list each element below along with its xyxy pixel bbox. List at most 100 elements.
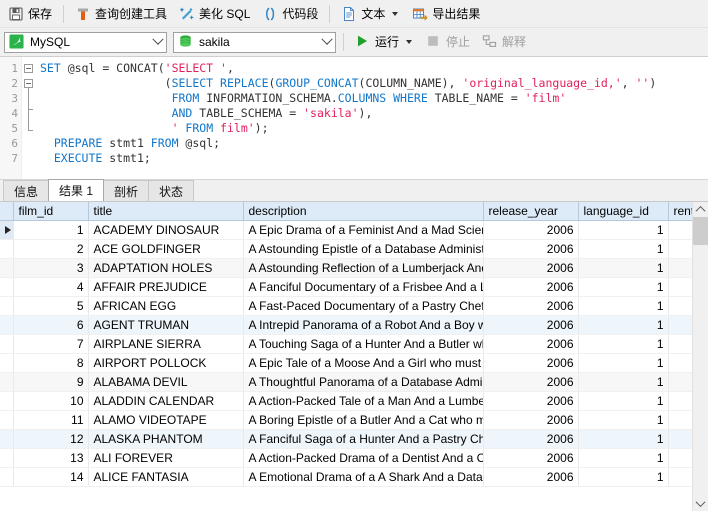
cell-language_id[interactable]: 1 — [578, 258, 669, 278]
cell-language_id[interactable]: 1 — [578, 372, 669, 392]
cell-rental_[interactable] — [668, 448, 692, 468]
row-marker-cell[interactable] — [0, 277, 14, 297]
cell-film_id[interactable]: 14 — [13, 467, 89, 487]
cell-release_year[interactable]: 2006 — [483, 467, 579, 487]
row-marker-cell[interactable] — [0, 429, 14, 449]
cell-title[interactable]: AGENT TRUMAN — [88, 315, 244, 335]
table-row[interactable]: 8 AIRPORT POLLOCK A Epic Tale of a Moose A… — [0, 353, 692, 373]
cell-release_year[interactable]: 2006 — [483, 353, 579, 373]
cell-film_id[interactable]: 5 — [13, 296, 89, 316]
result-tab-3[interactable]: 状态 — [148, 180, 195, 201]
cell-title[interactable]: ALICE FANTASIA — [88, 467, 244, 487]
result-tab-2[interactable]: 剖析 — [103, 180, 150, 201]
cell-language_id[interactable]: 1 — [578, 220, 669, 240]
cell-description[interactable]: A Touching Saga of a Hunter And a Butler… — [243, 334, 484, 354]
cell-language_id[interactable]: 1 — [578, 334, 669, 354]
code-line-5[interactable]: ' FROM film'); — [40, 121, 708, 136]
cell-release_year[interactable]: 2006 — [483, 448, 579, 468]
code-line-2[interactable]: (SELECT REPLACE(GROUP_CONCAT(COLUMN_NAME… — [40, 76, 708, 91]
cell-rental_[interactable] — [668, 334, 692, 354]
cell-language_id[interactable]: 1 — [578, 448, 669, 468]
cell-language_id[interactable]: 1 — [578, 296, 669, 316]
cell-release_year[interactable]: 2006 — [483, 296, 579, 316]
row-marker-cell[interactable] — [0, 258, 14, 278]
cell-rental_[interactable] — [668, 315, 692, 335]
row-marker-cell[interactable] — [0, 220, 14, 240]
fold-toggle-line1[interactable] — [24, 64, 33, 73]
row-marker-cell[interactable] — [0, 410, 14, 430]
result-grid[interactable]: film_id title description release_year langu… — [0, 202, 692, 511]
cell-film_id[interactable]: 4 — [13, 277, 89, 297]
cell-language_id[interactable]: 1 — [578, 429, 669, 449]
connection-dropdown-chevron-icon[interactable] — [149, 33, 166, 52]
table-row[interactable]: 14 ALICE FANTASIA A Emotional Drama of a A… — [0, 467, 692, 487]
row-marker-cell[interactable] — [0, 467, 14, 487]
row-marker-cell[interactable] — [0, 315, 14, 335]
cell-rental_[interactable] — [668, 258, 692, 278]
cell-release_year[interactable]: 2006 — [483, 220, 579, 240]
row-marker-cell[interactable] — [0, 239, 14, 259]
cell-description[interactable]: A Astounding Epistle of a Database Admin… — [243, 239, 484, 259]
cell-description[interactable]: A Epic Drama of a Feminist And a Mad Sci… — [243, 220, 484, 240]
cell-film_id[interactable]: 13 — [13, 448, 89, 468]
run-dropdown-caret-icon[interactable] — [406, 40, 413, 44]
column-header-description[interactable]: description — [243, 202, 484, 221]
row-marker-cell[interactable] — [0, 448, 14, 468]
cell-title[interactable]: ALABAMA DEVIL — [88, 372, 244, 392]
cell-film_id[interactable]: 8 — [13, 353, 89, 373]
cell-description[interactable]: A Astounding Reflection of a Lumberjack … — [243, 258, 484, 278]
cell-language_id[interactable]: 1 — [578, 315, 669, 335]
cell-release_year[interactable]: 2006 — [483, 391, 579, 411]
row-marker-cell[interactable] — [0, 334, 14, 354]
cell-release_year[interactable]: 2006 — [483, 239, 579, 259]
cell-release_year[interactable]: 2006 — [483, 258, 579, 278]
table-row[interactable]: 6 AGENT TRUMAN A Intrepid Panorama of a Ro… — [0, 315, 692, 335]
snippet-button[interactable]: 代码段 — [256, 2, 324, 26]
scroll-down-button[interactable] — [693, 496, 708, 511]
cell-release_year[interactable]: 2006 — [483, 410, 579, 430]
cell-rental_[interactable] — [668, 372, 692, 392]
column-header-film_id[interactable]: film_id — [13, 202, 89, 221]
code-line-4[interactable]: AND TABLE_SCHEMA = 'sakila'), — [40, 106, 708, 121]
table-row[interactable]: 7 AIRPLANE SIERRA A Touching Saga of a Hun… — [0, 334, 692, 354]
cell-film_id[interactable]: 11 — [13, 410, 89, 430]
cell-film_id[interactable]: 10 — [13, 391, 89, 411]
cell-language_id[interactable]: 1 — [578, 391, 669, 411]
row-marker-cell[interactable] — [0, 372, 14, 392]
table-row[interactable]: 11 ALAMO VIDEOTAPE A Boring Epistle of a B… — [0, 410, 692, 430]
cell-release_year[interactable]: 2006 — [483, 429, 579, 449]
cell-title[interactable]: AIRPLANE SIERRA — [88, 334, 244, 354]
cell-title[interactable]: ALADDIN CALENDAR — [88, 391, 244, 411]
cell-title[interactable]: ALI FOREVER — [88, 448, 244, 468]
cell-rental_[interactable] — [668, 277, 692, 297]
table-row[interactable]: 4 AFFAIR PREJUDICE A Fanciful Documentary … — [0, 277, 692, 297]
stop-button[interactable]: 停止 — [420, 30, 476, 54]
scrollbar-track[interactable] — [693, 217, 708, 496]
cell-description[interactable]: A Thoughtful Panorama of a Database Admi… — [243, 372, 484, 392]
cell-title[interactable]: ADAPTATION HOLES — [88, 258, 244, 278]
cell-title[interactable]: AFRICAN EGG — [88, 296, 244, 316]
sql-editor[interactable]: 1 2 3 4 5 6 7 SET @sql = CONCAT('SELECT ', (SE… — [0, 57, 708, 179]
cell-film_id[interactable]: 6 — [13, 315, 89, 335]
code-line-6[interactable]: PREPARE stmt1 FROM @sql; — [40, 136, 708, 151]
cell-release_year[interactable]: 2006 — [483, 277, 579, 297]
beautify-sql-button[interactable]: 美化 SQL — [173, 2, 256, 26]
cell-film_id[interactable]: 2 — [13, 239, 89, 259]
cell-language_id[interactable]: 1 — [578, 410, 669, 430]
column-header-rental_[interactable]: rental_ — [668, 202, 692, 221]
cell-film_id[interactable]: 3 — [13, 258, 89, 278]
cell-title[interactable]: AFFAIR PREJUDICE — [88, 277, 244, 297]
cell-film_id[interactable]: 9 — [13, 372, 89, 392]
table-row[interactable]: 3 ADAPTATION HOLES A Astounding Reflection… — [0, 258, 692, 278]
cell-description[interactable]: A Action-Packed Drama of a Dentist And a… — [243, 448, 484, 468]
row-marker-cell[interactable] — [0, 391, 14, 411]
cell-description[interactable]: A Fanciful Documentary of a Frisbee And … — [243, 277, 484, 297]
query-builder-button[interactable]: 查询创建工具 — [69, 2, 173, 26]
cell-rental_[interactable] — [668, 391, 692, 411]
database-select[interactable]: sakila — [173, 31, 336, 53]
vertical-scrollbar[interactable] — [692, 202, 708, 511]
sql-code-text[interactable]: SET @sql = CONCAT('SELECT ', (SELECT REP… — [36, 57, 708, 179]
explain-button[interactable]: 解释 — [476, 30, 532, 54]
cell-release_year[interactable]: 2006 — [483, 315, 579, 335]
result-tab-0[interactable]: 信息 — [3, 180, 50, 201]
